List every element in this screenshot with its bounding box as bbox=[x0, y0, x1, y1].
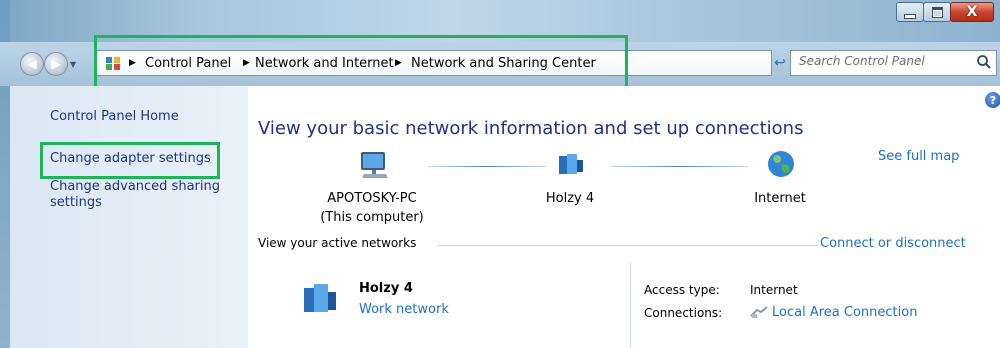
back-arrow-icon: ◀ bbox=[27, 57, 37, 71]
minimize-button[interactable] bbox=[896, 2, 924, 22]
sidebar-item-control-panel-home[interactable]: Control Panel Home bbox=[50, 109, 179, 125]
content-area: Control Panel Home Change adapter settin… bbox=[10, 86, 1000, 348]
network-icon[interactable] bbox=[555, 148, 587, 180]
access-type-label: Access type: bbox=[644, 283, 720, 297]
computer-icon[interactable] bbox=[358, 148, 390, 180]
forward-arrow-icon: ▶ bbox=[51, 57, 61, 71]
connect-or-disconnect-link[interactable]: Connect or disconnect bbox=[820, 236, 966, 251]
minimize-icon bbox=[904, 13, 916, 19]
sidebar: Control Panel Home Change adapter settin… bbox=[10, 86, 248, 348]
address-bar: ◀ ▶ ▼ ▶ Control Panel ▶ Network and Inte… bbox=[0, 35, 1000, 94]
close-icon: X bbox=[966, 4, 978, 20]
search-input[interactable] bbox=[799, 54, 969, 68]
computer-sub-label: (This computer) bbox=[320, 210, 424, 225]
forward-button[interactable]: ▶ bbox=[44, 52, 68, 76]
connection-line bbox=[610, 166, 748, 167]
page-title: View your basic network information and … bbox=[258, 118, 804, 139]
network-sharing-center-window: X ◀ ▶ ▼ ▶ Control Panel ▶ Network and In… bbox=[0, 0, 1000, 348]
ethernet-icon bbox=[750, 306, 768, 318]
help-icon[interactable]: ? bbox=[985, 92, 1000, 108]
back-button[interactable]: ◀ bbox=[20, 52, 44, 76]
sidebar-highlight-box bbox=[40, 142, 220, 179]
internet-globe-icon[interactable] bbox=[765, 148, 797, 180]
active-network-name: Holzy 4 bbox=[359, 281, 413, 296]
maximize-button[interactable] bbox=[923, 2, 951, 22]
search-box bbox=[790, 50, 997, 76]
see-full-map-link[interactable]: See full map bbox=[878, 149, 959, 164]
active-networks-heading: View your active networks bbox=[258, 236, 417, 250]
sidebar-item-change-advanced-sharing[interactable]: Change advanced sharing settings bbox=[50, 179, 240, 211]
vertical-divider bbox=[630, 262, 631, 348]
maximize-icon bbox=[931, 6, 943, 18]
caption-buttons: X bbox=[896, 2, 994, 22]
connection-line bbox=[428, 166, 546, 167]
refresh-button[interactable]: ↩ bbox=[774, 55, 786, 71]
internet-label: Internet bbox=[754, 191, 806, 206]
close-button[interactable]: X bbox=[950, 2, 994, 22]
recent-pages-chevron-icon[interactable]: ▼ bbox=[70, 60, 76, 69]
search-icon[interactable] bbox=[976, 54, 992, 70]
local-area-connection-link[interactable]: Local Area Connection bbox=[772, 305, 917, 320]
computer-name-label: APOTOSKY-PC bbox=[327, 191, 417, 206]
access-type-value: Internet bbox=[750, 283, 798, 297]
work-network-icon[interactable] bbox=[300, 278, 340, 318]
network-name-label: Holzy 4 bbox=[545, 191, 595, 206]
section-divider bbox=[438, 245, 818, 246]
connections-label: Connections: bbox=[644, 306, 723, 320]
network-type-link[interactable]: Work network bbox=[359, 302, 449, 317]
